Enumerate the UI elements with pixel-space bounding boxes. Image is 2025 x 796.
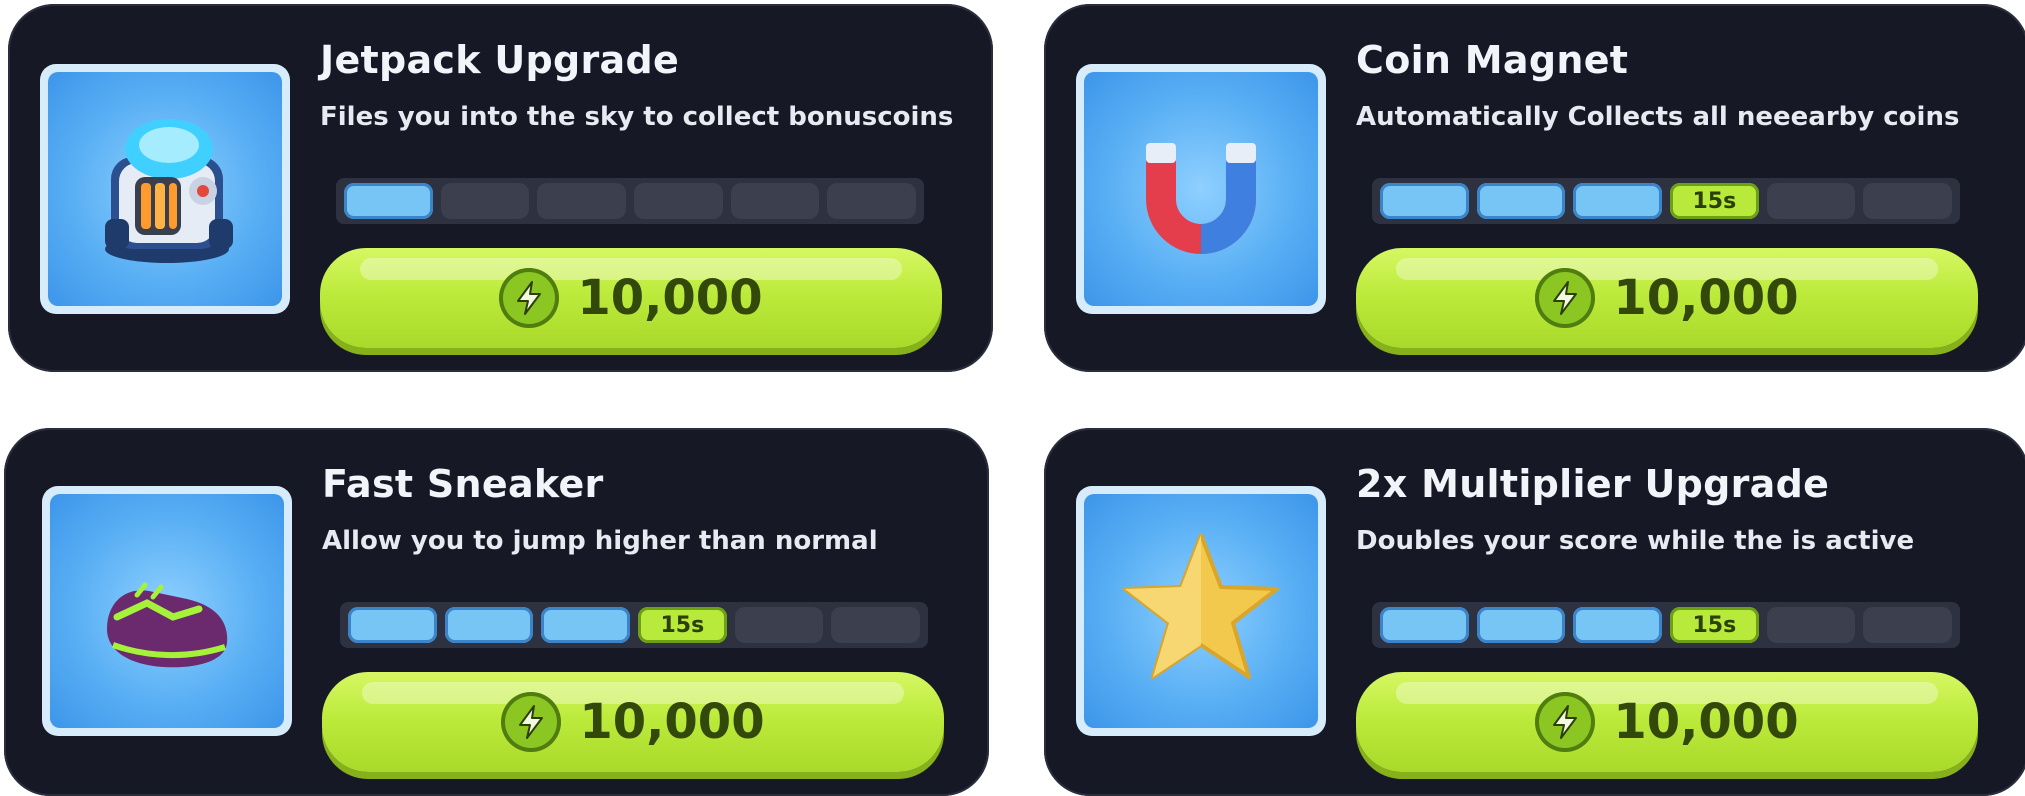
energy-bolt-icon (499, 268, 560, 328)
powerup-card-coin-magnet: Coin Magnet Automatically Collects all n… (1044, 4, 2025, 372)
powerup-card-jetpack: Jetpack Upgrade Files you into the sky t… (8, 4, 993, 372)
buy-upgrade-button[interactable]: 10,000 (320, 248, 942, 348)
energy-bolt-icon (1535, 692, 1596, 752)
price-label: 10,000 (579, 694, 765, 750)
powerup-card-2x-multiplier: 2x Multiplier Upgrade Doubles your score… (1044, 428, 2025, 796)
powerup-description: Files you into the sky to collect bonusc… (320, 102, 954, 132)
upgrade-progress-bar: 15s (1372, 602, 1960, 648)
powerup-title: Coin Magnet (1356, 38, 1629, 82)
upgrade-progress-bar (336, 178, 924, 224)
progress-segment-filled (1380, 183, 1469, 219)
magnet-icon (1146, 143, 1256, 254)
progress-segment-filled (1573, 607, 1663, 643)
progress-segment-empty (831, 607, 921, 643)
progress-segment-empty (1766, 183, 1856, 219)
progress-segment-empty (1863, 607, 1953, 643)
progress-segment-empty (537, 183, 627, 219)
progress-segment-filled (444, 607, 534, 643)
progress-segment-empty (730, 183, 820, 219)
powerup-thumbnail (1076, 486, 1326, 736)
progress-segment-filled (1476, 183, 1566, 219)
upgrade-progress-bar: 15s (340, 602, 928, 648)
powerup-thumbnail (1076, 64, 1326, 314)
star-icon (1123, 533, 1279, 679)
powerup-thumbnail (40, 64, 290, 314)
buy-upgrade-button[interactable]: 10,000 (322, 672, 944, 772)
powerup-description: Doubles your score while the is active (1356, 526, 1915, 556)
progress-segment-filled (541, 607, 631, 643)
upgrade-progress-bar: 15s (1372, 178, 1960, 224)
progress-segment-empty (1863, 183, 1953, 219)
progress-segment-filled (1573, 183, 1663, 219)
progress-segment-filled (1380, 607, 1469, 643)
sneaker-icon (107, 582, 228, 668)
buy-upgrade-button[interactable]: 10,000 (1356, 248, 1978, 348)
price-label: 10,000 (1613, 270, 1799, 326)
progress-segment-empty (440, 183, 530, 219)
energy-bolt-icon (1535, 268, 1596, 328)
progress-segment-empty (734, 607, 824, 643)
powerup-title: Jetpack Upgrade (320, 38, 680, 82)
powerup-description: Automatically Collects all neeearby coin… (1356, 102, 1960, 132)
progress-segment-timer: 15s (1670, 183, 1759, 219)
progress-segment-filled (348, 607, 437, 643)
progress-segment-empty (1766, 607, 1856, 643)
jetpack-icon (105, 119, 233, 263)
powerup-description: Allow you to jump higher than normal (322, 526, 878, 556)
progress-segment-empty (827, 183, 917, 219)
energy-bolt-icon (501, 692, 562, 752)
progress-segment-timer: 15s (638, 607, 727, 643)
progress-segment-empty (634, 183, 723, 219)
progress-segment-filled (1476, 607, 1566, 643)
powerup-thumbnail (42, 486, 292, 736)
powerup-title: Fast Sneaker (322, 462, 604, 506)
price-label: 10,000 (1613, 694, 1799, 750)
powerup-title: 2x Multiplier Upgrade (1356, 462, 1830, 506)
price-label: 10,000 (577, 270, 763, 326)
progress-segment-timer: 15s (1670, 607, 1759, 643)
buy-upgrade-button[interactable]: 10,000 (1356, 672, 1978, 772)
powerup-card-fast-sneaker: Fast Sneaker Allow you to jump higher th… (4, 428, 989, 796)
progress-segment-filled (344, 183, 433, 219)
